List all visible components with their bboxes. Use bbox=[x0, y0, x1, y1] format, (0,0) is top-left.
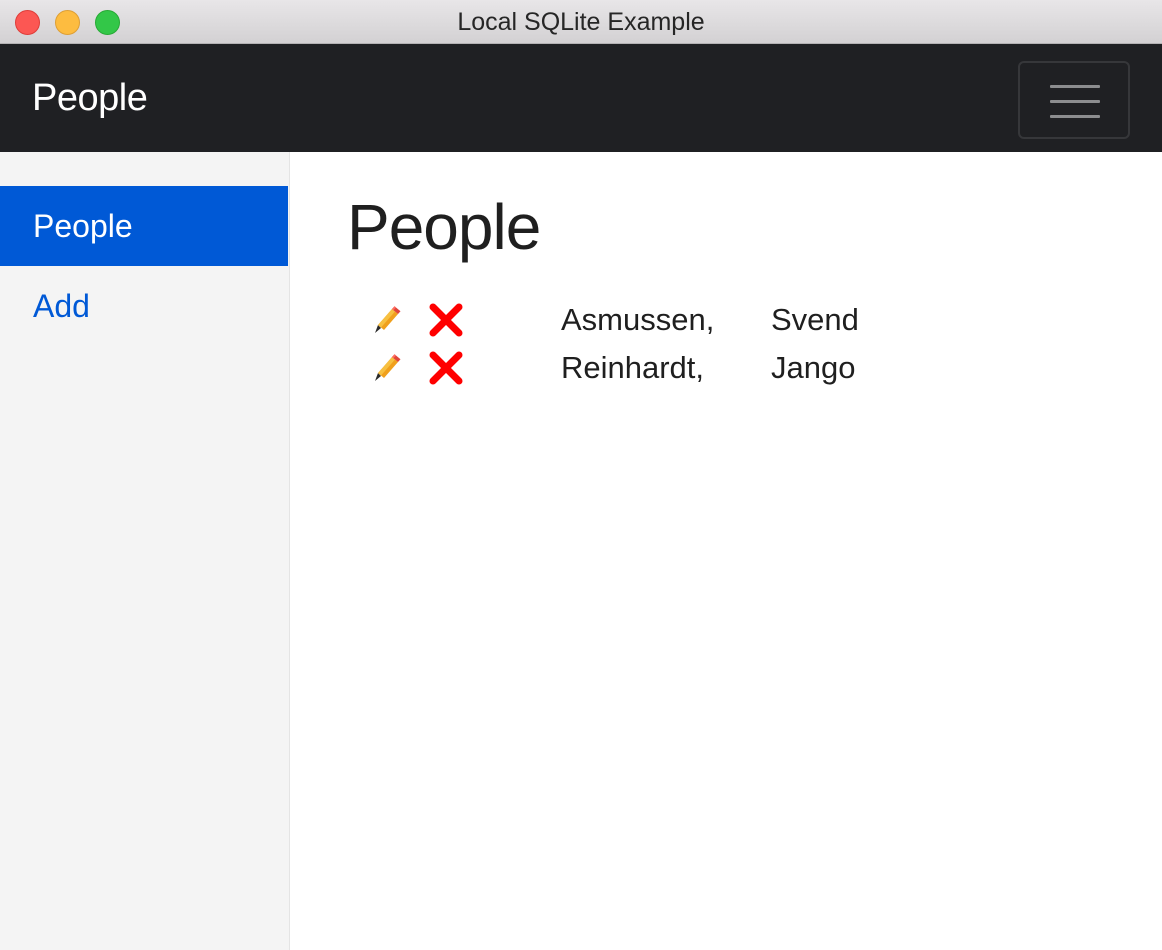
sidebar: People Add bbox=[0, 152, 290, 950]
table-row: Asmussen, Svend bbox=[360, 296, 920, 344]
person-last-name: Asmussen, bbox=[561, 302, 715, 337]
window-title: Local SQLite Example bbox=[457, 8, 705, 36]
cross-icon[interactable] bbox=[426, 300, 466, 340]
pencil-icon[interactable] bbox=[366, 300, 406, 340]
navbar-brand[interactable]: People bbox=[32, 44, 148, 152]
person-first-name: Jango bbox=[771, 350, 856, 385]
navbar: People bbox=[0, 44, 1162, 152]
navbar-toggler-button[interactable] bbox=[1018, 61, 1130, 139]
pencil-icon[interactable] bbox=[366, 348, 406, 388]
person-first-name: Svend bbox=[771, 302, 859, 337]
person-last-name: Reinhardt, bbox=[561, 350, 705, 385]
cross-icon[interactable] bbox=[426, 348, 466, 388]
sidebar-item-people[interactable]: People bbox=[0, 186, 288, 266]
table-row: Reinhardt, Jango bbox=[360, 344, 920, 392]
sidebar-item-add[interactable]: Add bbox=[0, 266, 288, 346]
window-titlebar: Local SQLite Example bbox=[0, 0, 1162, 44]
page-title: People bbox=[347, 191, 541, 263]
